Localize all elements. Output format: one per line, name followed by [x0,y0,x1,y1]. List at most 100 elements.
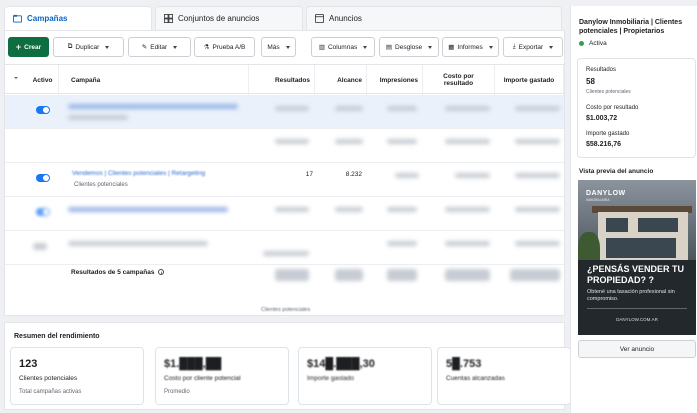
header-results[interactable]: Resultados [249,65,315,95]
redacted-text [275,106,309,111]
ads-manager-main: Campañas Conjuntos de anuncios Anuncios … [0,0,571,413]
campaign-name-link[interactable]: Vendemos | Clientes potenciales | Retarg… [72,170,205,177]
spent-label: Importe gastado [586,131,630,137]
redacted-text [445,106,490,111]
more-label: Más [267,43,280,51]
summary-card-cost[interactable]: $1.███,██ Costo por cliente potencial Pr… [155,347,289,405]
chevron-down-icon [428,45,433,49]
reports-button[interactable]: ▦ Informes [442,37,499,57]
header-campaign[interactable]: Campaña [59,65,249,95]
columns-icon: ▥ [318,44,325,51]
table-row[interactable] [5,197,564,231]
summary-card-reach[interactable]: 5█.753 Cuentas alcanzadas [437,347,571,405]
totals-row: Resultados de 5 campañas i [71,269,165,276]
pencil-icon: ✎ [141,44,148,51]
ab-test-button[interactable]: ⚗ Prueba A/B [194,37,255,57]
more-button[interactable]: Más [261,37,296,57]
header-active[interactable]: Activo [27,65,59,95]
panel-title: Danylow Inmobiliaria | Clientes potencia… [579,19,683,35]
results-value: 17 [305,171,313,178]
header-cost-per-result[interactable]: Costo por resultado [423,65,495,95]
redacted-text [335,207,363,212]
campaign-toggle[interactable] [36,208,50,216]
campaign-toggle[interactable] [36,174,50,182]
performance-summary: Resumen del rendimiento 123 Clientes pot… [4,322,571,410]
breakdown-button[interactable]: ▤ Desglose [379,37,439,57]
results-value: 58 [586,77,595,86]
redacted-text [68,115,128,120]
status-dot-icon [579,41,584,46]
chevron-down-icon [105,45,110,49]
ad-preview[interactable]: DANYLOW INMOBILIARIA ¿PENSÁS VENDER TU P… [578,180,696,335]
export-button[interactable]: ⤓ Exportar [503,37,563,57]
ad-body: Obtené una tasación profesional sin comp… [587,289,675,302]
redacted-text [395,173,419,178]
duplicate-label: Duplicar [75,43,100,51]
spent-value: $58.216,76 [586,141,622,148]
tab-adsets[interactable]: Conjuntos de anuncios [155,6,303,30]
duplicate-button[interactable]: ⧉ Duplicar [53,37,124,57]
chevron-down-icon [285,45,290,49]
chevron-down-icon [549,45,554,49]
card-value: $1.███,██ [164,358,222,370]
create-button[interactable]: + Crear [8,37,49,57]
tab-adsets-label: Conjuntos de anuncios [178,14,260,23]
card-value: 5█.753 [446,358,482,370]
header-reach[interactable]: Alcance [315,65,367,95]
status-badge: Activa [579,40,607,47]
redacted-text [515,139,560,144]
export-icon: ⤓ [512,43,516,50]
campaign-toggle[interactable] [36,106,50,114]
summary-card-leads[interactable]: 123 Clientes potenciales Total campañas … [10,347,144,405]
table-header: Activo Campaña Resultados Alcance Impres… [5,64,564,95]
chevron-down-icon [173,45,178,49]
export-label: Exportar [518,43,544,51]
redacted-text [510,269,560,281]
redacted-text [515,207,560,212]
table-row[interactable]: Vendemos | Clientes potenciales | Retarg… [5,163,564,197]
redacted-text [335,106,363,111]
chevron-down-icon [488,45,493,49]
table-row[interactable] [5,231,564,265]
plus-icon: + [15,42,22,52]
table-row[interactable] [5,129,564,163]
tab-ads[interactable]: Anuncios [306,6,562,30]
redacted-text [68,207,228,212]
summary-card-spent[interactable]: $14█.███,30 Importe gastado [298,347,432,405]
header-impressions[interactable]: Impresiones [367,65,423,95]
table-row[interactable] [5,95,564,129]
edit-label: Editar [150,43,168,51]
results-sub: Clientes potenciales [586,89,631,95]
redacted-text [387,241,417,246]
totals-sub: Clientes potenciales [261,307,311,313]
redacted-text [275,269,309,281]
columns-button[interactable]: ▥ Columnas [311,37,375,57]
redacted-text [68,104,238,109]
tab-ads-label: Anuncios [329,14,362,23]
cpr-label: Costo por resultado [586,105,639,111]
edit-button[interactable]: ✎ Editar [128,37,191,57]
card-label: Costo por cliente potencial [164,375,241,382]
results-label: Resultados [586,67,617,73]
ad-headline: ¿PENSÁS VENDER TU PROPIEDAD? ? [587,264,685,285]
ad-image-window [638,218,678,232]
redacted-text [515,173,560,178]
redacted-text [387,269,417,281]
breakdown-icon: ▤ [385,44,393,51]
redacted-text [263,251,309,256]
header-amount-spent[interactable]: Importe gastado [495,65,564,95]
chevron-down-icon[interactable] [14,77,18,79]
redacted-text [275,139,309,144]
campaign-detail-panel: Danylow Inmobiliaria | Clientes potencia… [570,6,697,413]
ad-divider [587,308,687,309]
card-value: $14█.███,30 [307,358,375,370]
redacted-text [387,106,417,111]
view-ad-button[interactable]: Ver anuncio [578,340,696,358]
panel-metrics: Resultados 58 Clientes potenciales Costo… [577,58,696,158]
copy-icon: ⧉ [67,43,73,50]
tab-campaigns-label: Campañas [27,14,68,23]
card-label: Clientes potenciales [19,375,78,382]
tab-campaigns[interactable]: Campañas [4,6,152,30]
card-label: Importe gastado [307,375,354,382]
columns-label: Columnas [327,43,358,51]
